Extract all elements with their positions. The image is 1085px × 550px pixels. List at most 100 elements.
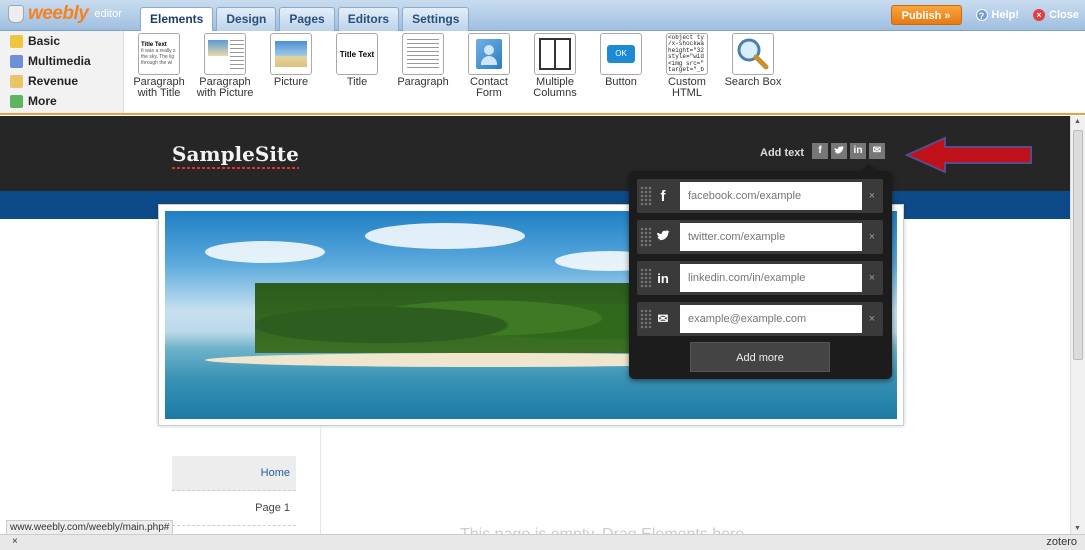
scroll-down-icon[interactable]: ▼ [1074, 525, 1081, 532]
help-link[interactable]: ? Help! [975, 9, 1020, 21]
email-icon: ✉ [657, 311, 669, 326]
element-label: Title [346, 76, 368, 88]
elements-toolbar: Basic Multimedia Revenue More Title Text… [0, 31, 1085, 115]
paragraph-with-picture-icon [204, 33, 246, 75]
element-paragraph-with-picture[interactable]: Paragraph with Picture [192, 33, 258, 99]
element-custom-html[interactable]: <object ty /x-shockwa height="32 style="… [654, 33, 720, 99]
add-more-button[interactable]: Add more [690, 342, 830, 372]
site-header: SampleSite Add text f in ✉ [0, 116, 1070, 191]
linkedin-icon: in [657, 270, 669, 286]
twitter-icon [652, 229, 674, 246]
element-categories: Basic Multimedia Revenue More [0, 31, 124, 113]
element-search-box[interactable]: Search Box [720, 33, 786, 99]
contact-form-icon [468, 33, 510, 75]
thumb-text: It was a really s the sky. The lig throu… [141, 48, 176, 66]
element-multiple-columns[interactable]: Multiple Columns [522, 33, 588, 99]
button-icon: OK [600, 33, 642, 75]
category-label: More [28, 94, 57, 108]
drag-handle-icon[interactable] [640, 227, 652, 247]
logo-brand: weebly [28, 3, 89, 24]
search-box-icon [732, 33, 774, 75]
custom-html-icon: <object ty /x-shockwa height="32 style="… [666, 33, 708, 75]
help-label: Help! [991, 9, 1020, 21]
category-revenue[interactable]: Revenue [0, 71, 123, 91]
category-label: Revenue [28, 74, 79, 88]
category-multimedia[interactable]: Multimedia [0, 51, 123, 71]
element-label: Paragraph with Picture [196, 76, 254, 99]
multiple-columns-icon [534, 33, 576, 75]
nav-item-home[interactable]: Home [172, 456, 296, 491]
weebly-cup-icon [8, 5, 24, 23]
scroll-up-icon[interactable]: ▲ [1074, 118, 1081, 125]
remove-linkedin-button[interactable]: × [862, 272, 882, 284]
site-preview: SampleSite Add text f in ✉ Home Page 1 f… [0, 116, 1070, 534]
email-input[interactable] [680, 305, 862, 333]
status-url: www.weebly.com/weebly/main.php# [6, 520, 174, 535]
element-label: Custom HTML [668, 76, 706, 99]
element-paragraph[interactable]: Paragraph [390, 33, 456, 99]
tab-pages[interactable]: Pages [279, 7, 335, 31]
element-label: Search Box [724, 76, 782, 88]
editor-tabs: Elements Design Pages Editors Settings [140, 7, 470, 32]
close-link[interactable]: × Close [1033, 9, 1079, 21]
picture-icon [270, 33, 312, 75]
category-basic[interactable]: Basic [0, 31, 123, 51]
site-sidebar-nav: Home Page 1 [172, 456, 296, 526]
empty-page-text: This page is empty. Drag Elements here. [460, 526, 749, 534]
category-label: Multimedia [28, 54, 91, 68]
facebook-icon: f [660, 187, 666, 205]
drag-handle-icon[interactable] [640, 268, 652, 288]
remove-facebook-button[interactable]: × [862, 190, 882, 202]
remove-email-button[interactable]: × [862, 313, 882, 325]
social-row-email: ✉ × [637, 302, 883, 336]
drag-handle-icon[interactable] [640, 309, 652, 329]
tab-design[interactable]: Design [216, 7, 277, 31]
social-row-linkedin: in × [637, 261, 883, 295]
element-contact-form[interactable]: Contact Form [456, 33, 522, 99]
element-picture[interactable]: Picture [258, 33, 324, 99]
nav-item-page-1[interactable]: Page 1 [172, 491, 296, 526]
scrollbar-thumb[interactable] [1073, 130, 1083, 360]
zotero-addon[interactable]: zotero [1046, 536, 1077, 548]
element-label: Picture [273, 76, 309, 88]
element-button[interactable]: OK Button [588, 33, 654, 99]
social-row-facebook: f × [637, 179, 883, 213]
more-icon [10, 94, 23, 108]
twitter-icon[interactable] [831, 143, 847, 159]
paragraph-icon [402, 33, 444, 75]
publish-button[interactable]: Publish » [890, 5, 962, 25]
close-icon: × [1033, 9, 1046, 21]
category-more[interactable]: More [0, 91, 123, 111]
drag-handle-icon[interactable] [640, 186, 652, 206]
element-title[interactable]: Title Text Title [324, 33, 390, 99]
social-links-popup: f × × in × ✉ × [629, 163, 892, 379]
title-icon: Title Text [336, 33, 378, 75]
tab-settings[interactable]: Settings [402, 7, 470, 31]
red-arrow-icon [905, 136, 1032, 174]
site-title[interactable]: SampleSite [172, 142, 299, 169]
linkedin-url-input[interactable] [680, 264, 862, 292]
add-text[interactable]: Add text [760, 147, 804, 159]
basic-icon [10, 34, 23, 48]
element-paragraph-with-title[interactable]: Title Text It was a really s the sky. The… [126, 33, 192, 99]
social-icons[interactable]: f in ✉ [812, 143, 885, 159]
column-divider [320, 426, 321, 534]
paragraph-with-title-icon: Title Text It was a really s the sky. The… [138, 33, 180, 75]
linkedin-icon[interactable]: in [850, 143, 866, 159]
thumb-code: <object ty /x-shockwa height="32 style="… [668, 33, 705, 73]
twitter-url-input[interactable] [680, 223, 862, 251]
facebook-url-input[interactable] [680, 182, 862, 210]
thumb-ok: OK [607, 45, 635, 63]
tab-elements[interactable]: Elements [140, 7, 214, 32]
element-label: Paragraph [397, 76, 449, 88]
thumb-title: Title Text [339, 49, 375, 59]
close-statusbar-icon[interactable]: × [12, 536, 18, 547]
vertical-scrollbar[interactable]: ▲ ▼ [1070, 116, 1085, 534]
facebook-icon[interactable]: f [812, 143, 828, 159]
tab-editors[interactable]: Editors [337, 7, 400, 31]
remove-twitter-button[interactable]: × [862, 231, 882, 243]
element-label: Paragraph with Title [133, 76, 185, 99]
email-icon[interactable]: ✉ [869, 143, 885, 159]
help-icon: ? [975, 9, 988, 21]
top-actions: Publish » ? Help! × Close [890, 5, 1079, 25]
